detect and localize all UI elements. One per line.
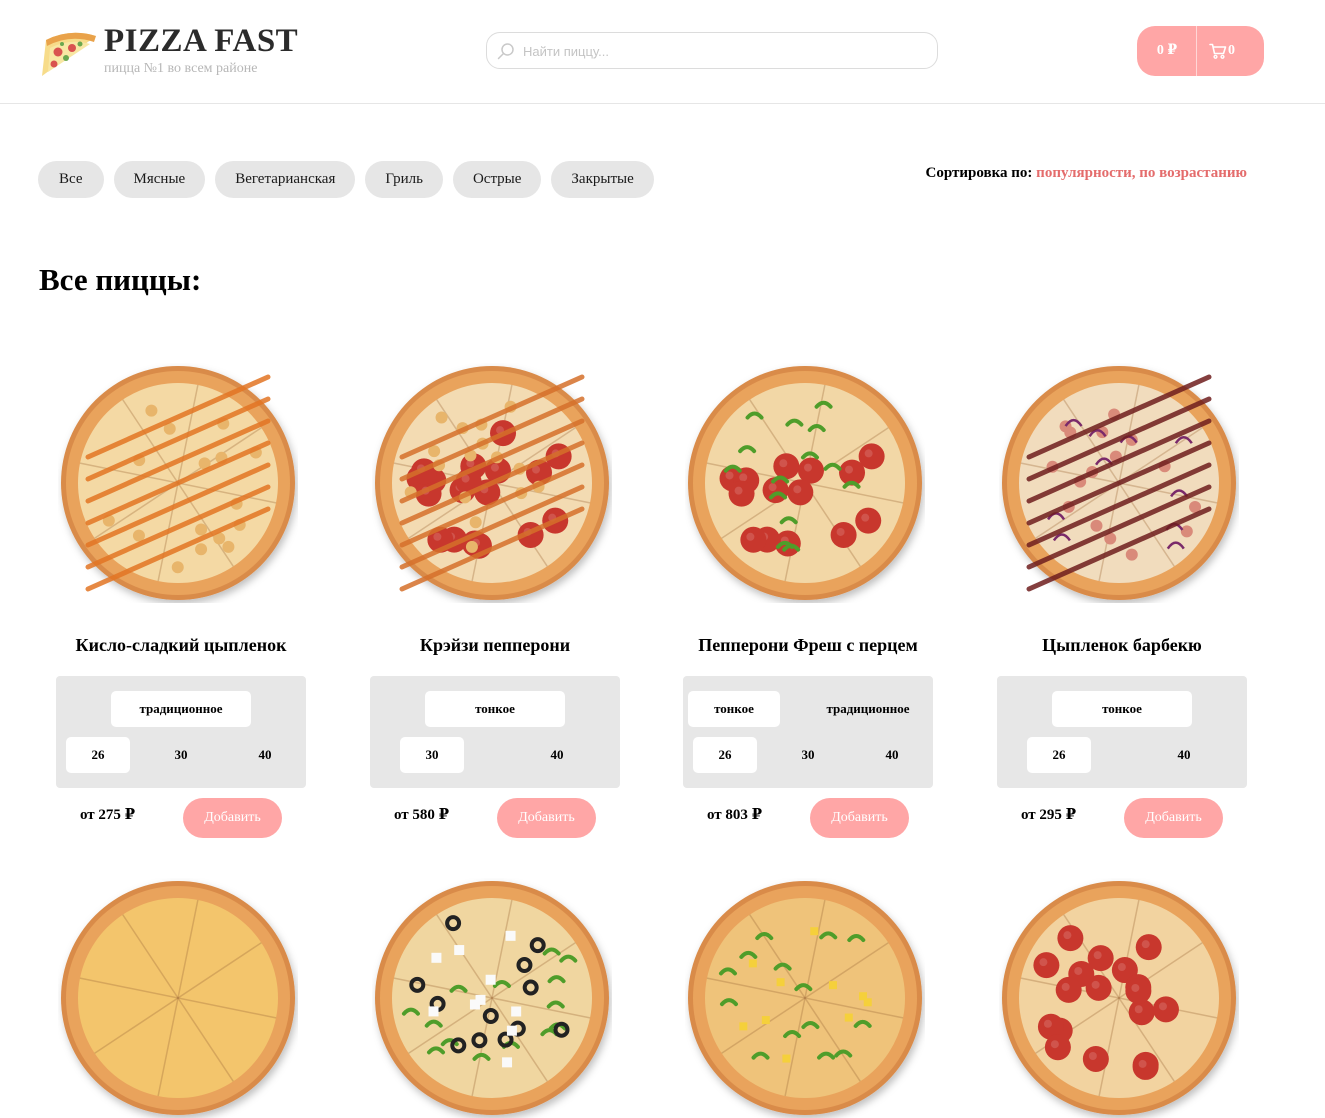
- size-option[interactable]: 40: [525, 737, 589, 773]
- pizza-price: от 580 ₽: [394, 807, 450, 823]
- search-input[interactable]: [521, 37, 921, 65]
- search-icon: [497, 43, 514, 60]
- header: PIZZA FAST пицца №1 во всем районе 0 ₽ 0: [0, 0, 1325, 104]
- pizza-options: традиционное 26 30 40: [56, 676, 306, 788]
- cart-total: 0 ₽: [1156, 43, 1178, 58]
- pizza-image: [375, 881, 609, 1115]
- brand-subtitle: пицца №1 во всем районе: [104, 61, 258, 76]
- dough-option[interactable]: тонкое: [425, 691, 565, 727]
- pizza-name: Крэйзи пепперони: [419, 635, 571, 655]
- size-option[interactable]: 40: [860, 737, 924, 773]
- category-all[interactable]: Все: [38, 161, 104, 198]
- pizza-name: Кисло-сладкий цыпленок: [75, 635, 287, 655]
- add-to-cart-button[interactable]: Добавить: [497, 798, 596, 838]
- pizza-options: тонкое 30 40: [370, 676, 620, 788]
- sort-label: Сортировка по:: [925, 165, 1033, 181]
- pizza-image: [61, 366, 295, 600]
- size-option[interactable]: 40: [233, 737, 297, 773]
- size-option[interactable]: 30: [149, 737, 213, 773]
- pizza-image: [1002, 366, 1236, 600]
- add-to-cart-button[interactable]: Добавить: [810, 798, 909, 838]
- size-option[interactable]: 26: [693, 737, 757, 773]
- section-title: Все пиццы:: [39, 262, 202, 297]
- category-spicy[interactable]: Острые: [452, 161, 542, 198]
- cart-divider: [1196, 26, 1197, 76]
- pizza-options: тонкое 26 40: [997, 676, 1247, 788]
- pizza-name: Пепперони Фреш с перцем: [698, 635, 918, 655]
- cart-count: 0: [1228, 43, 1235, 58]
- search-bar: [486, 32, 938, 69]
- size-option[interactable]: 40: [1152, 737, 1216, 773]
- category-vegetarian[interactable]: Вегетарианская: [215, 161, 356, 198]
- category-meat[interactable]: Мясные: [113, 161, 206, 198]
- category-closed[interactable]: Закрытые: [551, 161, 654, 198]
- cart-icon: [1209, 43, 1227, 59]
- sort-control: Сортировка по: популярности, по возраста…: [926, 165, 1247, 182]
- sort-value[interactable]: популярности, по возрастанию: [1036, 165, 1247, 181]
- pizza-logo-icon[interactable]: [36, 22, 100, 78]
- pizza-image: [688, 881, 922, 1115]
- size-option[interactable]: 26: [66, 737, 130, 773]
- brand-title: PIZZA FAST: [104, 23, 299, 59]
- pizza-image: [61, 881, 295, 1115]
- size-option[interactable]: 26: [1027, 737, 1091, 773]
- pizza-image: [688, 366, 922, 600]
- dough-option[interactable]: традиционное: [808, 691, 928, 727]
- pizza-price: от 295 ₽: [1021, 807, 1077, 823]
- size-option[interactable]: 30: [776, 737, 840, 773]
- cart-button[interactable]: 0 ₽ 0: [1137, 26, 1264, 76]
- category-grill[interactable]: Гриль: [365, 161, 443, 198]
- add-to-cart-button[interactable]: Добавить: [183, 798, 282, 838]
- pizza-price: от 275 ₽: [80, 807, 136, 823]
- dough-option[interactable]: тонкое: [1052, 691, 1192, 727]
- pizza-image: [375, 366, 609, 600]
- dough-option[interactable]: тонкое: [688, 691, 780, 727]
- dough-option[interactable]: традиционное: [111, 691, 251, 727]
- category-list: Все Мясные Вегетарианская Гриль Острые З…: [38, 161, 654, 198]
- pizza-options: тонкое традиционное 26 30 40: [683, 676, 933, 788]
- pizza-image: [1002, 881, 1236, 1115]
- size-option[interactable]: 30: [400, 737, 464, 773]
- pizza-name: Цыпленок барбекю: [1042, 635, 1202, 655]
- add-to-cart-button[interactable]: Добавить: [1124, 798, 1223, 838]
- pizza-price: от 803 ₽: [707, 807, 763, 823]
